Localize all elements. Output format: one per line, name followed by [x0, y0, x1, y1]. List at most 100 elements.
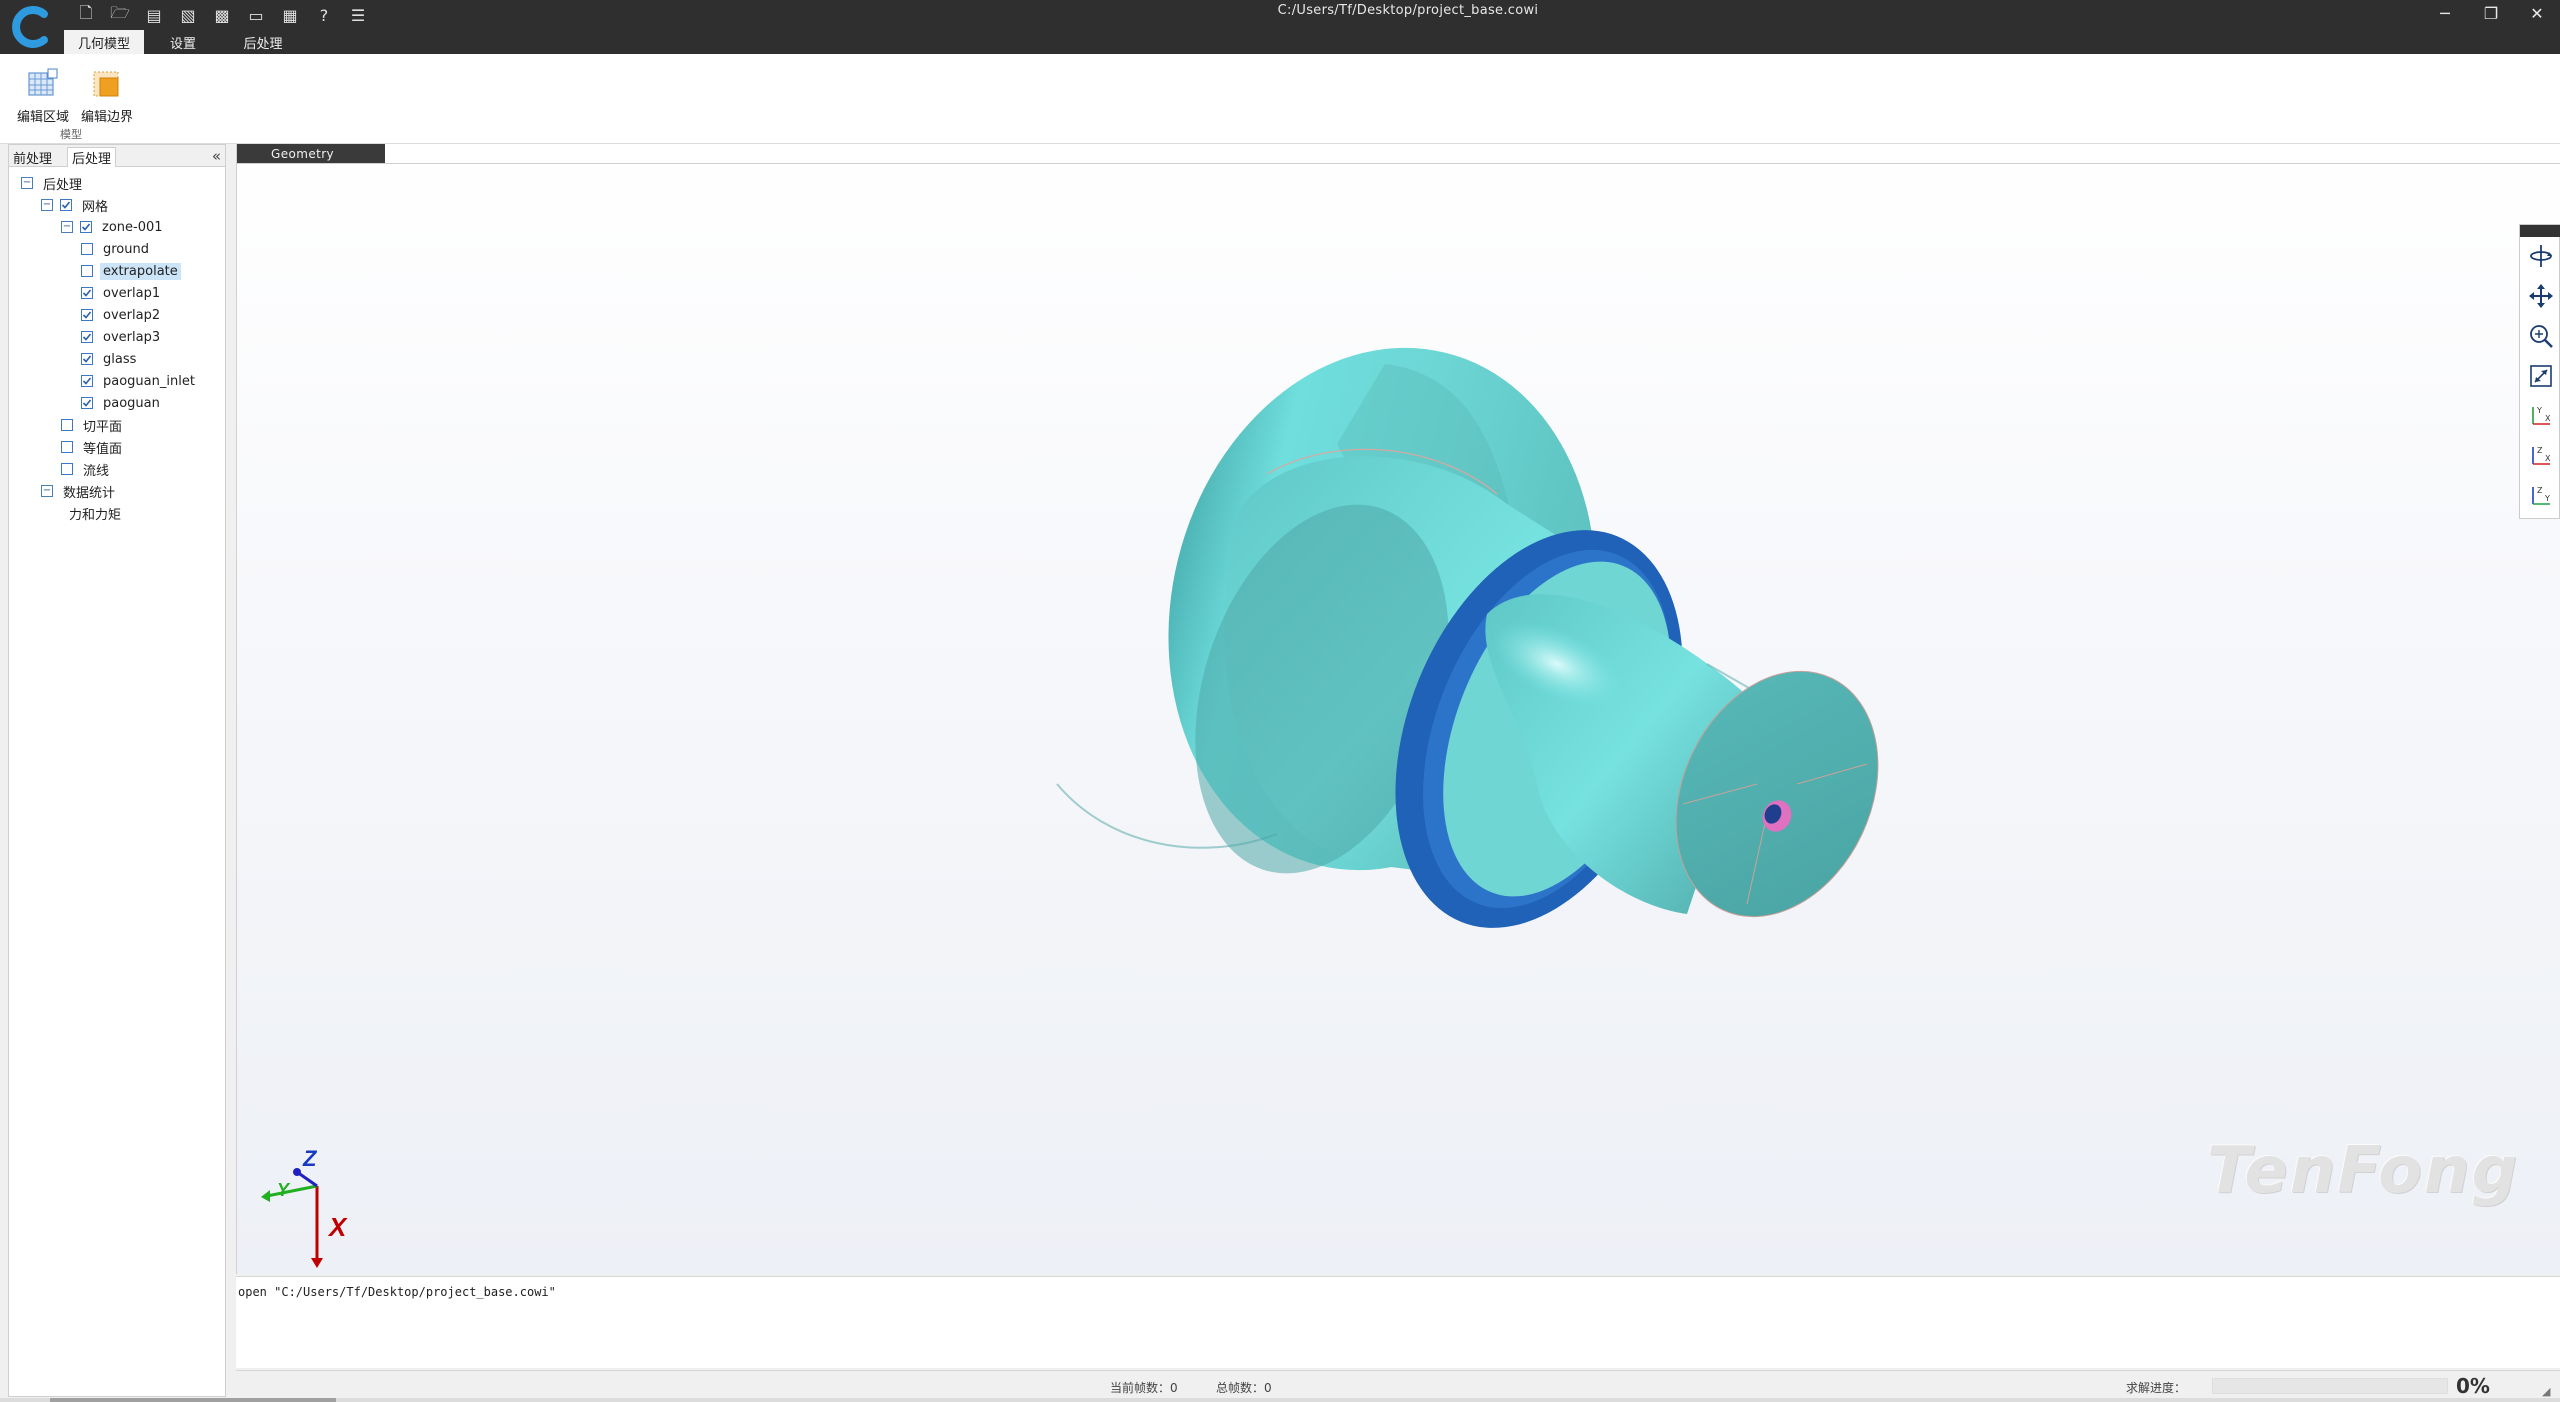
tree-item[interactable]: − 数据统计	[41, 481, 118, 501]
tree-item[interactable]: − 网格	[41, 195, 111, 215]
tree-item-label: extrapolate	[100, 262, 181, 280]
tree-item[interactable]: 切平面	[61, 415, 125, 435]
zoom-view-icon	[2530, 325, 2553, 348]
checked-checkbox[interactable]	[80, 221, 92, 233]
command-console[interactable]: open "C:/Users/Tf/Desktop/project_base.c…	[236, 1276, 2560, 1368]
geometry-render: Z Y X	[261, 347, 1879, 1268]
tree-item[interactable]: 力和力矩	[61, 503, 124, 523]
unchecked-checkbox[interactable]	[81, 265, 93, 277]
panel-tabs: 前处理 后处理 «	[9, 145, 225, 167]
unchecked-checkbox[interactable]	[61, 419, 73, 431]
close-button[interactable]: ✕	[2514, 0, 2560, 26]
checked-checkbox[interactable]	[81, 397, 93, 409]
tree-item[interactable]: glass	[81, 349, 139, 369]
fit-view-icon	[2530, 365, 2552, 387]
tab-preprocess[interactable]: 前处理	[9, 147, 56, 167]
view-yz-button[interactable]: ZY	[2528, 483, 2554, 509]
unchecked-checkbox[interactable]	[61, 463, 73, 475]
svg-text:Z: Z	[2537, 446, 2543, 455]
tree-item-label: 网格	[82, 199, 109, 215]
view-yz-icon: ZY	[2532, 486, 2550, 505]
collapse-node-icon[interactable]: −	[41, 485, 53, 497]
tree-item[interactable]: paoguan	[81, 393, 163, 413]
tree-item[interactable]: ground	[81, 239, 152, 259]
tab-postprocess-panel[interactable]: 后处理	[67, 147, 117, 167]
view-toolbar-header	[2520, 225, 2560, 237]
edit-boundary-icon	[93, 71, 119, 97]
restore-button[interactable]: ❐	[2468, 0, 2514, 26]
axis-y-label: Y	[277, 1180, 291, 1200]
svg-text:Z: Z	[2537, 486, 2543, 495]
tenfong-watermark: TenFong	[2207, 1134, 2520, 1208]
minimize-icon: ─	[2440, 3, 2450, 23]
solve-progress-bar	[2212, 1378, 2448, 1394]
tree-item-label: 力和力矩	[69, 507, 122, 523]
pan-view-button[interactable]	[2528, 283, 2554, 309]
ribbon: 编辑区域 编辑边界 模型	[0, 54, 2560, 144]
checked-checkbox[interactable]	[81, 309, 93, 321]
tab-postprocess[interactable]: 后处理	[228, 30, 298, 54]
minimize-button[interactable]: ─	[2422, 0, 2468, 26]
unchecked-checkbox[interactable]	[81, 243, 93, 255]
collapse-node-icon[interactable]: −	[41, 199, 53, 211]
tree-item[interactable]: overlap2	[81, 305, 163, 325]
bottom-scrollbar-thumb[interactable]	[50, 1398, 336, 1402]
tree-item[interactable]: − 后处理	[21, 173, 85, 193]
collapse-node-icon[interactable]: −	[61, 221, 73, 233]
bottom-scrollbar[interactable]	[0, 1398, 2560, 1402]
checked-checkbox[interactable]	[81, 287, 93, 299]
tree-item-label: 等值面	[83, 441, 123, 457]
tree-item-label: paoguan_inlet	[103, 373, 195, 389]
tree-item-label: zone-001	[102, 219, 163, 235]
rotate-view-icon	[2530, 245, 2552, 267]
checked-checkbox[interactable]	[81, 375, 93, 387]
edit-boundary-label: 编辑边界	[80, 110, 133, 125]
tree-item[interactable]: paoguan_inlet	[81, 371, 198, 391]
checked-checkbox[interactable]	[81, 353, 93, 365]
tree-item[interactable]: overlap1	[81, 283, 163, 303]
tree-item-label: 切平面	[83, 419, 123, 435]
tree-item-label: ground	[103, 241, 149, 257]
tab-settings[interactable]: 设置	[150, 30, 216, 54]
edit-boundary-button[interactable]: 编辑边界	[76, 62, 138, 132]
tree-item-label: paoguan	[103, 395, 160, 411]
tree-item[interactable]: overlap3	[81, 327, 163, 347]
view-xz-button[interactable]: ZX	[2528, 443, 2554, 469]
resize-grip-icon[interactable]: ◢	[2542, 1385, 2556, 1399]
tab-geometry[interactable]: Geometry	[237, 144, 385, 163]
collapse-panel-button[interactable]: «	[212, 147, 221, 165]
edit-region-label: 编辑区域	[16, 110, 69, 125]
tree-item[interactable]: − zone-001	[61, 217, 166, 237]
title-bar: 🗋 🗁 ▤ ▧ ▩ ▭ ▦? ☰ C:/Users/Tf/Desktop/project_ba…	[0, 0, 2560, 54]
tree-item-label: overlap1	[103, 285, 161, 301]
view-xy-button[interactable]: YX	[2528, 403, 2554, 429]
edit-region-button[interactable]: 编辑区域	[12, 62, 74, 132]
ribbon-group-label: 模型	[60, 128, 82, 141]
view-xy-icon: YX	[2532, 406, 2551, 425]
collapse-node-icon[interactable]: −	[21, 177, 33, 189]
axis-triad: Z Y X	[261, 1146, 348, 1268]
project-tree-panel: 前处理 后处理 « − 后处理 − 网格 − zone-001 ground extrapol…	[8, 144, 226, 1397]
checked-checkbox[interactable]	[60, 199, 72, 211]
3d-viewport[interactable]: Z Y X Geometry TenFong	[236, 144, 2560, 1274]
tree-item-label: glass	[103, 351, 137, 367]
tree-item[interactable]: extrapolate	[81, 261, 181, 281]
unchecked-checkbox[interactable]	[61, 441, 73, 453]
tree-item[interactable]: 流线	[61, 459, 112, 479]
svg-text:X: X	[2545, 454, 2551, 463]
view-toolbar: YX ZX ZY	[2519, 224, 2560, 519]
fit-view-button[interactable]	[2528, 363, 2554, 389]
edit-region-icon	[28, 68, 58, 96]
zoom-view-button[interactable]	[2528, 323, 2554, 349]
total-frame-count: 总帧数：0	[1216, 1381, 1272, 1395]
tree-item-label: overlap2	[103, 307, 161, 323]
tree-item[interactable]: 等值面	[61, 437, 125, 457]
pan-view-icon	[2529, 284, 2553, 308]
restore-icon: ❐	[2483, 3, 2499, 23]
checked-checkbox[interactable]	[81, 331, 93, 343]
svg-text:X: X	[2545, 414, 2551, 423]
rotate-view-button[interactable]	[2528, 243, 2554, 269]
tab-geometry-model[interactable]: 几何模型	[64, 30, 144, 54]
viewport-divider	[237, 163, 2560, 164]
tree-item-label: 流线	[83, 463, 110, 479]
